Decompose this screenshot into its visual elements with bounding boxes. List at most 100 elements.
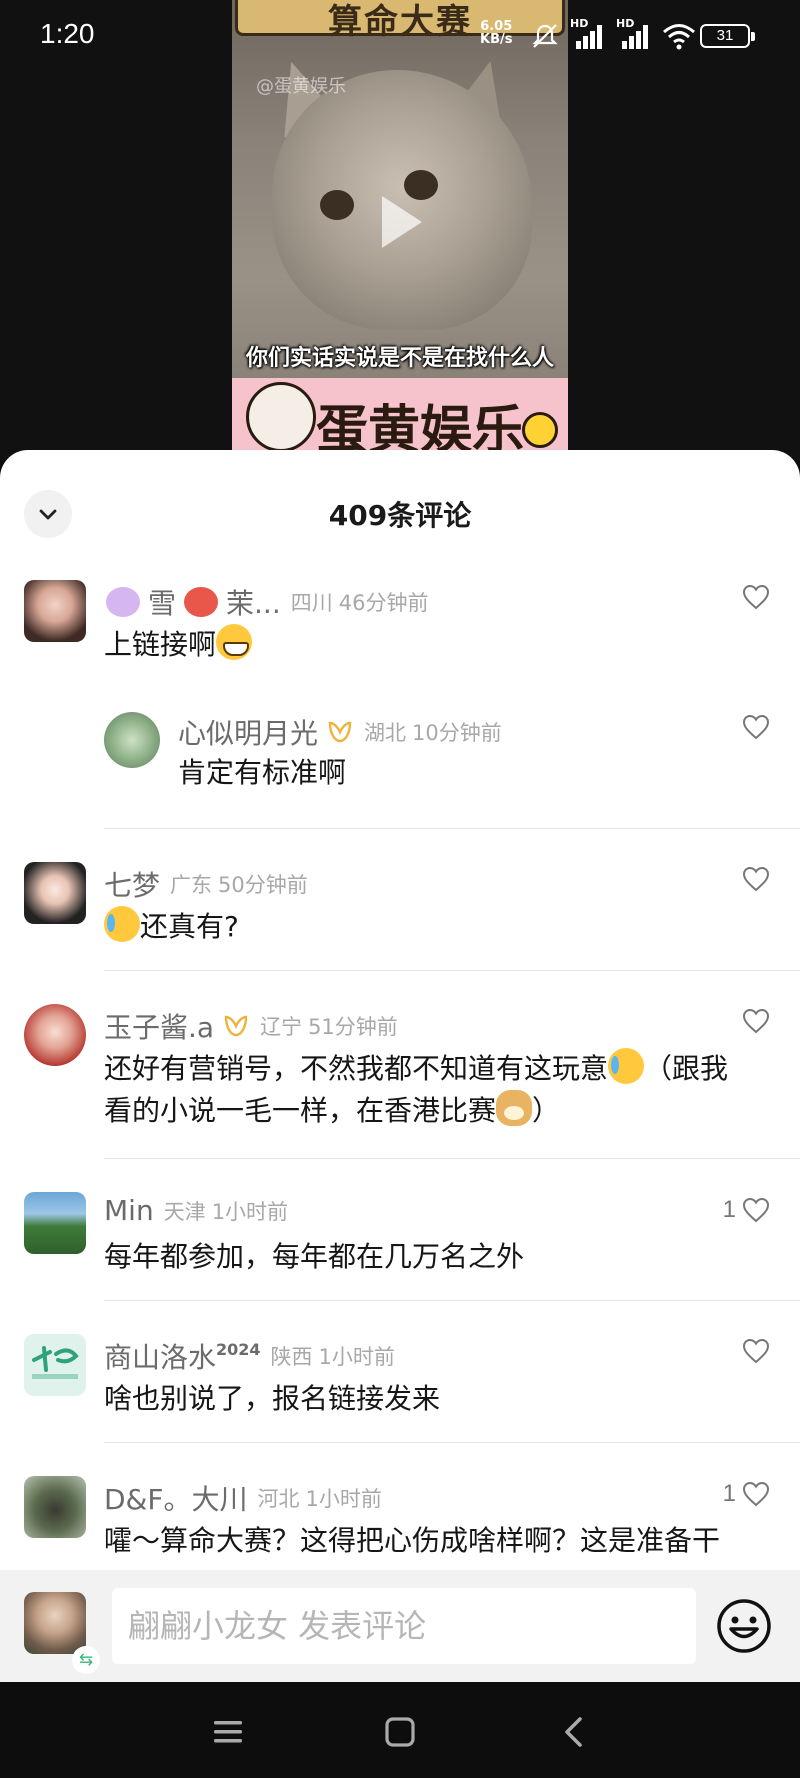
- home-button[interactable]: [380, 1712, 420, 1752]
- unicorn-icon: [106, 587, 140, 617]
- comment-location: 陕西: [270, 1345, 313, 1369]
- calligraphy-logo-icon: [32, 1346, 79, 1379]
- comment-author[interactable]: D&F。大川: [104, 1478, 248, 1518]
- wifi-icon: [663, 24, 695, 50]
- comment-text[interactable]: 肯定有标准啊: [178, 752, 346, 794]
- reply-item: 心似明月光 湖北 10分钟前 肯定有标准啊: [0, 712, 800, 822]
- comment-author-suffix[interactable]: 茉...: [226, 582, 281, 622]
- comment-item: 玉子酱.a 辽宁 51分钟前 还好有营销号，不然我都不知道有这玩意 （跟我 看的小…: [0, 1004, 800, 1154]
- system-nav-bar: [0, 1682, 800, 1778]
- like-button[interactable]: [736, 866, 770, 892]
- divider: [104, 1158, 800, 1159]
- like-button[interactable]: 1: [723, 1480, 770, 1508]
- video-subtitle: 你们实话实说是不是在找什么人: [245, 346, 554, 371]
- divider: [104, 970, 800, 971]
- comment-header: 商山洛水 2024 陕西 1小时前: [104, 1336, 395, 1376]
- avatar[interactable]: [24, 862, 86, 924]
- comment-text[interactable]: 每年都参加，每年都在几万名之外: [104, 1236, 524, 1278]
- signal-2-icon: HD: [616, 17, 652, 51]
- comment-location: 湖北: [364, 721, 407, 745]
- cat-eye-left: [320, 190, 354, 220]
- comment-input[interactable]: [112, 1588, 696, 1664]
- dancer-icon: [184, 587, 219, 617]
- like-button[interactable]: 1: [723, 1196, 770, 1224]
- divider: [104, 1442, 800, 1443]
- like-count: 1: [722, 1196, 736, 1223]
- heart-outline-icon: [742, 714, 770, 740]
- like-button[interactable]: [736, 1338, 770, 1364]
- comment-author[interactable]: 玉子酱.a: [104, 1006, 214, 1046]
- comment-text[interactable]: 啥也别说了，报名链接发来: [104, 1378, 440, 1420]
- heart-outline-icon: [742, 866, 770, 892]
- status-bar: 1:20 6.05 KB/s HD HD 31: [0, 0, 800, 72]
- comment-time: 1小时前: [305, 1487, 382, 1511]
- comment-time: 51分钟前: [308, 1015, 398, 1039]
- comment-count-title: 409条评论: [328, 499, 472, 532]
- crying-laugh-emoji-icon: [608, 1048, 645, 1084]
- comment-text-line: 还好有营销号，不然我都不知道有这玩意 （跟我: [104, 1048, 784, 1090]
- comment-item: 七梦 广东 50分钟前 还真有?: [0, 862, 800, 972]
- comment-sheet: 409条评论 雪 茉... 四川 46分钟前 上链接啊 心似明月光 湖北 10分…: [0, 450, 800, 1680]
- comment-author[interactable]: 心似明月光: [178, 712, 318, 752]
- avatar[interactable]: [24, 1192, 86, 1254]
- comment-header: 雪 茉... 四川 46分钟前: [106, 582, 428, 622]
- divider: [104, 828, 800, 829]
- signal-1-icon: HD: [570, 17, 606, 51]
- avatar[interactable]: [24, 580, 86, 642]
- comment-header: 七梦 广东 50分钟前: [104, 864, 308, 904]
- comment-time: 10分钟前: [412, 721, 502, 745]
- comment-location: 四川: [290, 591, 333, 615]
- comment-author[interactable]: 七梦: [104, 864, 160, 904]
- comment-author[interactable]: Min: [104, 1194, 154, 1227]
- video-background: 算命大赛 @蛋黄娱乐 你们实话实说是不是在找什么人 蛋黄娱乐 1:20 6.05…: [0, 0, 800, 460]
- comment-location: 辽宁: [260, 1015, 303, 1039]
- play-icon[interactable]: [382, 196, 422, 248]
- avatar[interactable]: [24, 1004, 86, 1066]
- smiley-icon[interactable]: [716, 1598, 772, 1654]
- comment-header: 玉子酱.a 辽宁 51分钟前: [104, 1006, 398, 1046]
- comment-item: Min 天津 1小时前 每年都参加，每年都在几万名之外 1: [0, 1192, 800, 1302]
- comment-time: 50分钟前: [218, 873, 308, 897]
- heart-outline-icon: [742, 1008, 770, 1034]
- heart-outline-icon: [742, 1481, 770, 1507]
- network-speed: 6.05 KB/s: [480, 19, 513, 47]
- avatar[interactable]: [104, 712, 160, 768]
- back-chevron-icon: [565, 1717, 582, 1747]
- heart-outline-icon: [742, 1338, 770, 1364]
- avatar[interactable]: [24, 1476, 86, 1538]
- comment-item: 商山洛水 2024 陕西 1小时前 啥也别说了，报名链接发来: [0, 1334, 800, 1444]
- my-avatar[interactable]: [24, 1592, 86, 1654]
- like-button[interactable]: [736, 714, 770, 740]
- status-time: 1:20: [40, 18, 95, 49]
- like-button[interactable]: [736, 584, 770, 610]
- menu-button[interactable]: [208, 1712, 248, 1752]
- comment-header: D&F。大川 河北 1小时前: [104, 1478, 382, 1518]
- crying-laugh-emoji-icon: [104, 906, 140, 942]
- comment-author[interactable]: 商山洛水: [104, 1336, 216, 1376]
- comment-text[interactable]: 上链接啊: [104, 624, 253, 666]
- comment-input-bar: ⇆: [0, 1570, 800, 1682]
- heart-outline-icon: [742, 584, 770, 610]
- comment-text[interactable]: 嚯～算命大赛？这得把心伤成啥样啊？这是准备干: [104, 1520, 720, 1562]
- fan-badge-icon: [328, 721, 352, 743]
- like-button[interactable]: [736, 1008, 770, 1034]
- avatar[interactable]: [24, 1334, 86, 1396]
- back-button[interactable]: [554, 1712, 594, 1752]
- divider: [104, 1300, 800, 1301]
- like-count: 1: [722, 1480, 736, 1507]
- video-watermark: @蛋黄娱乐: [256, 76, 346, 97]
- comment-header: 心似明月光 湖北 10分钟前: [178, 712, 502, 752]
- switch-account-icon[interactable]: ⇆: [72, 1646, 100, 1674]
- comment-author[interactable]: 雪: [148, 582, 176, 622]
- comment-location: 河北: [257, 1487, 300, 1511]
- square-home-icon: [385, 1717, 415, 1747]
- comment-text[interactable]: 还好有营销号，不然我都不知道有这玩意 （跟我 看的小说一毛一样，在香港比赛）: [104, 1048, 784, 1132]
- comment-author-sup: 2024: [216, 1339, 261, 1359]
- cat-mascot-icon: [246, 382, 316, 452]
- comment-text[interactable]: 还真有?: [104, 906, 239, 948]
- bell-muted-icon: [532, 24, 558, 48]
- menu-icon: [214, 1721, 242, 1743]
- grin-emoji-icon: [216, 624, 253, 660]
- egg-icon: [522, 412, 558, 448]
- comment-item: 雪 茉... 四川 46分钟前 上链接啊: [0, 580, 800, 690]
